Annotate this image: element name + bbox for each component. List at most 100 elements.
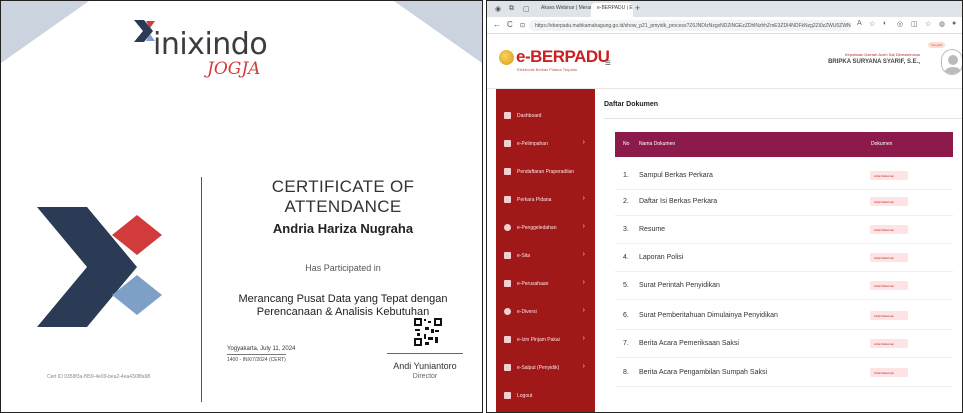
certificate-date: Yogyakarta, July 11, 2024 [227, 346, 296, 352]
view-document-button[interactable]: Lihat Dokumen [870, 339, 908, 348]
extension-icon[interactable]: ◎ [897, 20, 903, 28]
row-number: 2. [623, 198, 629, 205]
tab-webinar[interactable]: Akses Webinar | Merancang Pu... [535, 3, 593, 17]
gear-icon [504, 224, 511, 231]
app-header: e-BERPADU Elektronik Berkas Pidana Terpa… [487, 34, 962, 89]
chevron-right-icon: › [582, 251, 585, 258]
sidebar-item-label: Pendaftaran Praperadilan [517, 169, 574, 175]
chevron-right-icon: › [582, 363, 585, 370]
table-row: 4. Laporan Polisi Lihat Dokumen [615, 244, 953, 272]
chevron-right-icon: › [582, 307, 585, 314]
sidebar-item-e-perusahaan[interactable]: e-Perusahaan › [496, 271, 595, 299]
sidebar-item-label: e-Diversi [517, 309, 537, 315]
signer-role: Director [412, 373, 438, 380]
reload-button[interactable]: C [507, 20, 513, 29]
file-icon [504, 140, 511, 147]
document-name: Berita Acara Pengambilan Sumpah Saksi [639, 369, 768, 376]
favorite-icon[interactable]: ☆ [869, 20, 875, 28]
view-document-button[interactable]: Lihat Dokumen [870, 225, 908, 234]
qr-code-icon [413, 317, 443, 347]
sidebar-item-e-salput[interactable]: e-Salput (Penyidik) › [496, 355, 595, 383]
chevron-right-icon: › [582, 335, 585, 342]
brand-subtitle: Elektronik Berkas Pidana Terpadu [517, 67, 578, 72]
sidebar-item-e-sita[interactable]: e-Sita › [496, 243, 595, 271]
document-name: Surat Pemberitahuan Dimulainya Penyidika… [639, 312, 778, 319]
sidebar-item-e-pelimpahan[interactable]: e-Pelimpahan › [496, 131, 595, 159]
hamburger-menu-icon[interactable]: ≡ [605, 58, 611, 69]
sidebar-item-label: e-Penggeledahan [517, 225, 557, 231]
table-row: 1. Sampul Berkas Perkara Lihat Dokumen [615, 162, 953, 190]
extension-icon[interactable]: ◐ [883, 20, 887, 27]
back-button[interactable]: ← [493, 20, 501, 29]
certificate-id: Cert ID 0358f3a-f959-4e09-bea2-4ea4308fa… [47, 374, 151, 380]
tab-strip: ◉ ⧉ ▢ Akses Webinar | Merancang Pu... e-… [487, 1, 962, 17]
row-number: 4. [623, 254, 629, 261]
browser-window: ◉ ⧉ ▢ Akses Webinar | Merancang Pu... e-… [486, 0, 963, 413]
sidebar-item-e-penggeledahan[interactable]: e-Penggeledahan › [496, 215, 595, 243]
certificate-title: CERTIFICATE OF ATTENDANCE [271, 177, 415, 216]
view-document-button[interactable]: Lihat Dokumen [870, 253, 908, 262]
column-header-document: Dokumen [871, 141, 893, 147]
row-number: 3. [623, 226, 629, 233]
table-header: No Nama Dokumen Dokumen [615, 132, 953, 157]
sidebar: Dashboard e-Pelimpahan › Pendaftaran Pra… [496, 89, 595, 412]
user-name[interactable]: BRIPKA SURYANA SYARIF, S.E., [828, 59, 920, 65]
row-number: 5. [623, 282, 629, 289]
chevron-right-icon: › [582, 279, 585, 286]
sidebar-item-label: e-Sita [517, 253, 531, 259]
recipient-name: Andria Hariza Nugraha [272, 221, 414, 236]
table-row: 3. Resume Lihat Dokumen [615, 216, 953, 244]
row-number: 7. [623, 340, 629, 347]
table-row: 5. Surat Perintah Penyidikan Lihat Dokum… [615, 272, 953, 300]
sidebar-item-label: Perkara Pidana [517, 197, 552, 203]
document-name: Berita Acara Pemeriksaan Saksi [639, 340, 739, 347]
avatar[interactable] [941, 49, 962, 75]
corner-decoration [394, 1, 482, 63]
view-document-button[interactable]: Lihat Dokumen [870, 311, 908, 320]
sidebar-item-e-diversi[interactable]: e-Diversi › [496, 299, 595, 327]
sidebar-item-logout[interactable]: Logout [496, 383, 595, 411]
view-document-button[interactable]: Lihat Dokumen [870, 281, 908, 290]
url-input[interactable]: https://eberpadu.mahkamahagung.go.id/sho… [529, 20, 851, 31]
new-tab-button[interactable]: + [635, 3, 640, 13]
eberpadu-logo-icon [499, 50, 514, 65]
sidebar-item-label: e-Perusahaan [517, 281, 549, 287]
favorites-icon[interactable]: ☆ [925, 20, 931, 28]
sidebar-item-praperadilan[interactable]: Pendaftaran Praperadilan [496, 159, 595, 187]
row-number: 1. [623, 172, 629, 179]
document-icon [504, 336, 511, 343]
table-row: 7. Berita Acara Pemeriksaan Saksi Lihat … [615, 330, 953, 358]
site-info-icon[interactable]: ⊡ [520, 22, 525, 29]
user-avatar-icon [944, 55, 962, 74]
sidebar-item-perkara-pidana[interactable]: Perkara Pidana › [496, 187, 595, 215]
table-row: 2. Daftar Isi Berkas Perkara Lihat Dokum… [615, 188, 953, 216]
building-icon [504, 280, 511, 287]
file-icon [504, 168, 511, 175]
sidebar-item-label: e-Salput (Penyidik) [517, 365, 560, 371]
sidebar-item-label: e-Pelimpahan [517, 141, 548, 147]
view-document-button[interactable]: Lihat Dokumen [870, 368, 908, 377]
profile-icon[interactable]: ● [952, 20, 956, 27]
logo-text: inixindo [153, 27, 268, 62]
tab-list-icon[interactable]: ▢ [523, 5, 530, 13]
chevron-right-icon: › [582, 139, 585, 146]
view-document-button[interactable]: Lihat Dokumen [870, 171, 908, 180]
tab-eberpadu[interactable]: e-BERPADU | Elektronik Berkas Pi... [591, 3, 633, 17]
sidebar-item-e-izin-pinjam-pakai[interactable]: e-Izin Pinjam Pakai › [496, 327, 595, 355]
chevron-right-icon: › [582, 223, 585, 230]
logout-icon [504, 392, 511, 399]
view-document-button[interactable]: Lihat Dokumen [870, 197, 908, 206]
inixindo-mark-icon [37, 207, 162, 327]
tab-actions-icon[interactable]: ⧉ [509, 5, 514, 13]
profile-icon[interactable]: ◉ [495, 5, 501, 13]
sidebar-item-dashboard[interactable]: Dashboard [496, 103, 595, 131]
screenshot-root: inixindo JOGJA CERTIFICATE OF ATTENDANCE… [0, 0, 963, 413]
box-icon [504, 252, 511, 259]
collections-icon[interactable]: ◍ [939, 20, 945, 28]
signer-name: Andi Yuniantoro [393, 361, 457, 371]
read-aloud-icon[interactable]: A [857, 20, 862, 27]
brand-name[interactable]: e-BERPADU [516, 47, 610, 67]
folder-icon [504, 196, 511, 203]
split-screen-icon[interactable]: ◫ [911, 20, 918, 28]
user-organization: Kepolisian Daerah Aceh Sat Ditreskrimsus [844, 52, 920, 57]
